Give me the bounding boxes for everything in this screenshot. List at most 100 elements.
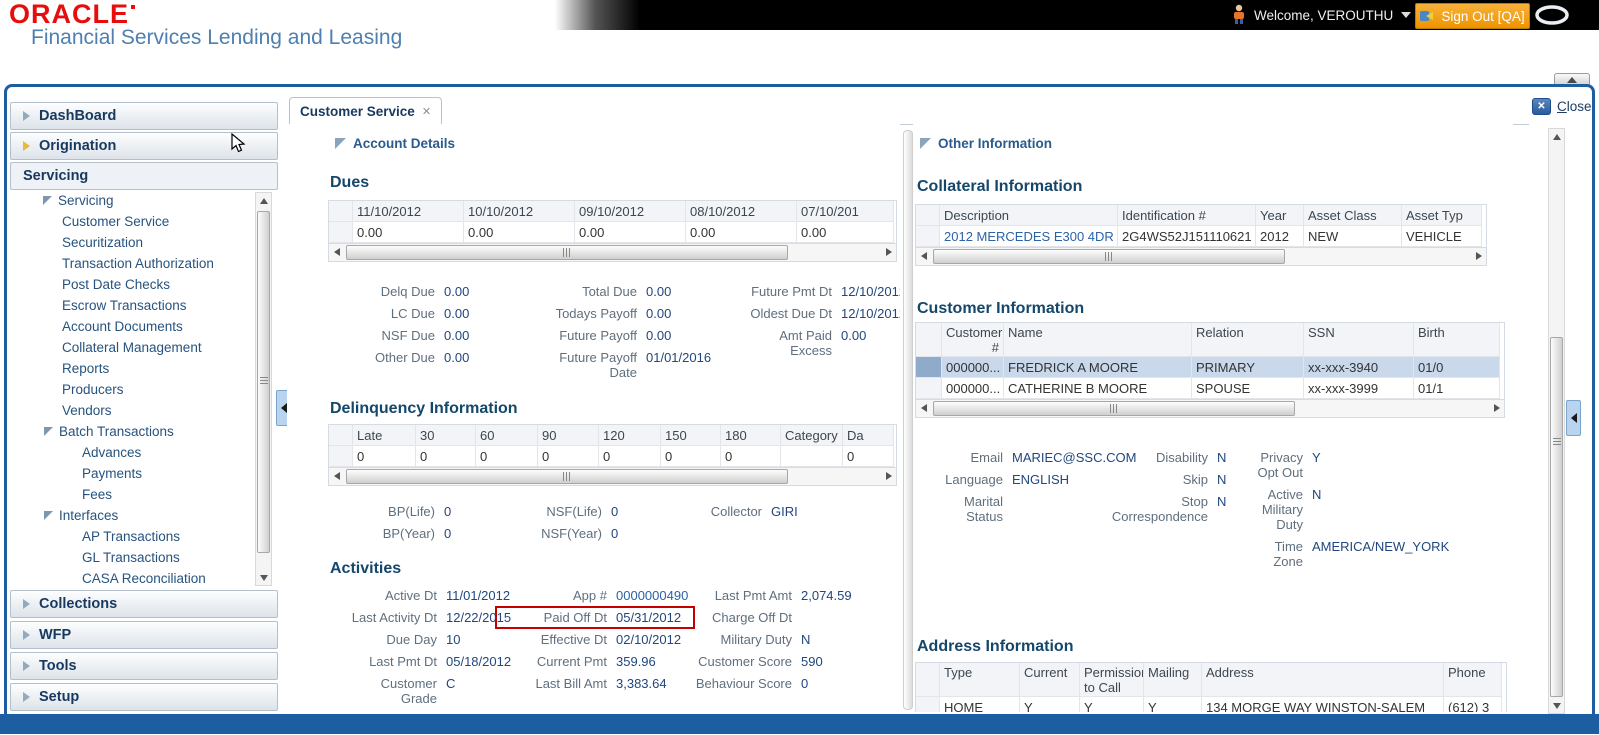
tree-item-reports[interactable]: Reports — [10, 358, 276, 379]
application-window: ORACLE Financial Services Lending and Le… — [0, 0, 1599, 735]
scroll-left-arrow[interactable] — [916, 400, 931, 416]
tree-item-account-documents[interactable]: Account Documents — [10, 316, 276, 337]
field-value: AMERICA/NEW_YORK — [1312, 539, 1449, 554]
tree-item-securitization[interactable]: Securitization — [10, 232, 276, 253]
field-label: Skip — [1103, 472, 1208, 487]
field-value: 0.00 — [444, 350, 469, 365]
field-active-military-duty: Active Military DutyN — [1251, 487, 1449, 532]
close-button[interactable]: Close — [1532, 98, 1592, 115]
tree-scrollbar-thumb[interactable] — [257, 211, 270, 553]
dues-data-row[interactable]: 0.00 0.00 0.00 0.00 0.00 — [329, 222, 896, 243]
field-value: N — [1217, 450, 1226, 465]
customer-row-selected[interactable]: 000000... FREDRICK A MOORE PRIMARY xx-xx… — [916, 357, 1504, 378]
chevron-down-icon — [1401, 12, 1411, 18]
tree-node-interfaces[interactable]: Interfaces — [10, 505, 276, 526]
scroll-up-arrow[interactable] — [256, 193, 271, 208]
row-gutter — [916, 663, 940, 697]
scrollbar-thumb[interactable] — [933, 401, 1295, 416]
column-header: 30 — [416, 425, 476, 446]
delinquency-header-row: Late 30 60 90 120 150 180 Category Da — [329, 425, 896, 446]
dues-horizontal-scrollbar[interactable] — [329, 243, 896, 261]
tree-item-advances[interactable]: Advances — [10, 442, 276, 463]
cell: 0 — [599, 446, 661, 467]
sidebar-section-setup[interactable]: Setup — [10, 683, 278, 711]
collateral-data-row[interactable]: 2012 MERCEDES E300 4DR 2G4WS52J151110621… — [916, 226, 1486, 247]
tree-item-customer-service[interactable]: Customer Service — [10, 211, 276, 232]
tree-item-transaction-authorization[interactable]: Transaction Authorization — [10, 253, 276, 274]
tree-item-collateral-management[interactable]: Collateral Management — [10, 337, 276, 358]
tree-scrollbar[interactable] — [255, 192, 272, 586]
sign-out-button[interactable]: Sign Out [QA] — [1415, 3, 1530, 29]
customer-horizontal-scrollbar[interactable] — [916, 399, 1504, 417]
panel-splitter[interactable] — [903, 130, 913, 710]
sidebar-section-collections[interactable]: Collections — [10, 590, 278, 618]
collateral-description-link[interactable]: 2012 MERCEDES E300 4DR — [940, 226, 1118, 247]
scroll-left-arrow[interactable] — [329, 244, 344, 260]
tree-item-fees[interactable]: Fees — [10, 484, 276, 505]
scroll-right-arrow[interactable] — [881, 244, 896, 260]
tree-item-escrow-transactions[interactable]: Escrow Transactions — [10, 295, 276, 316]
field-paid-off-dt-highlighted: Paid Off Dt05/31/2012 — [497, 608, 693, 627]
activities-heading: Activities — [330, 560, 401, 578]
field-value: 0.00 — [646, 328, 671, 343]
other-information-header[interactable]: Other Information — [920, 136, 1052, 151]
scroll-left-arrow[interactable] — [916, 248, 931, 264]
scroll-right-arrow[interactable] — [881, 468, 896, 484]
sidebar-section-servicing[interactable]: Servicing — [10, 162, 278, 190]
sidebar-section-wfp[interactable]: WFP — [10, 621, 278, 649]
expanded-node-icon[interactable] — [44, 511, 53, 520]
sidebar-section-dashboard[interactable]: DashBoard — [10, 102, 278, 130]
column-header: 08/10/2012 — [686, 201, 797, 222]
scrollbar-thumb[interactable] — [346, 469, 788, 484]
tree-item-post-date-checks[interactable]: Post Date Checks — [10, 274, 276, 295]
account-details-header[interactable]: Account Details — [335, 136, 455, 151]
tree-label: Advances — [82, 442, 141, 463]
customer-fields-col3: Privacy Opt OutY Active Military DutyN T… — [1251, 450, 1449, 576]
tree-item-gl-transactions[interactable]: GL Transactions — [10, 547, 276, 568]
scroll-right-arrow[interactable] — [1471, 248, 1486, 264]
sidebar-section-tools[interactable]: Tools — [10, 652, 278, 680]
right-panel-collapse-handle[interactable] — [1566, 400, 1581, 436]
scrollbar-thumb[interactable] — [346, 245, 788, 260]
scroll-right-arrow[interactable] — [1489, 400, 1504, 416]
tab-customer-service[interactable]: Customer Service — [289, 97, 442, 124]
main-vertical-scrollbar[interactable] — [1548, 128, 1565, 714]
column-header: 120 — [599, 425, 661, 446]
welcome-menu[interactable]: Welcome, VEROUTHU — [1232, 4, 1411, 26]
delinquency-horizontal-scrollbar[interactable] — [329, 467, 896, 485]
tree-node-servicing[interactable]: Servicing — [10, 190, 276, 211]
cell: NEW — [1304, 226, 1402, 247]
tree-item-payments[interactable]: Payments — [10, 463, 276, 484]
scroll-left-arrow[interactable] — [329, 468, 344, 484]
scrollbar-thumb[interactable] — [933, 249, 1285, 264]
customer-row[interactable]: 000000... CATHERINE B MOORE SPOUSE xx-xx… — [916, 378, 1504, 399]
cell: Y — [1020, 697, 1080, 712]
tree-item-ap-transactions[interactable]: AP Transactions — [10, 526, 276, 547]
tab-close-icon[interactable] — [422, 105, 431, 118]
tree-item-producers[interactable]: Producers — [10, 379, 276, 400]
scroll-down-arrow[interactable] — [256, 570, 271, 585]
account-details-panel: Account Details Dues 11/10/2012 10/10/20… — [287, 124, 900, 712]
dues-table: 11/10/2012 10/10/2012 09/10/2012 08/10/2… — [328, 200, 897, 262]
address-data-row[interactable]: HOME Y Y Y 134 MORGE WAY WINSTON-SALEM (… — [916, 697, 1506, 712]
delinquency-data-row[interactable]: 0 0 0 0 0 0 0 0 — [329, 446, 896, 467]
oracle-ring-icon[interactable] — [1534, 4, 1570, 29]
tree-node-batch-transactions[interactable]: Batch Transactions — [10, 421, 276, 442]
column-header: 90 — [538, 425, 599, 446]
app-number-link[interactable]: 0000000490 — [616, 588, 688, 603]
customer-table: Customer # Name Relation SSN Birth 00000… — [915, 322, 1505, 418]
field-privacy-opt-out: Privacy Opt OutY — [1251, 450, 1449, 480]
tree-item-vendors[interactable]: Vendors — [10, 400, 276, 421]
field-label: Email — [941, 450, 1003, 465]
scroll-up-arrow[interactable] — [1549, 129, 1564, 144]
field-label: Charge Off Dt — [692, 610, 792, 625]
expanded-node-icon[interactable] — [43, 196, 52, 205]
address-header-row: Type Current Permission to Call Mailing … — [916, 663, 1506, 697]
collateral-horizontal-scrollbar[interactable] — [916, 247, 1486, 265]
main-scrollbar-thumb[interactable] — [1550, 337, 1563, 697]
expanded-node-icon[interactable] — [44, 427, 53, 436]
tree-label: Transaction Authorization — [62, 253, 214, 274]
scroll-down-arrow[interactable] — [1549, 698, 1564, 713]
tree-item-casa-reconciliation[interactable]: CASA Reconciliation — [10, 568, 276, 584]
field-nsf-life: NSF(Life)0 — [517, 504, 618, 519]
